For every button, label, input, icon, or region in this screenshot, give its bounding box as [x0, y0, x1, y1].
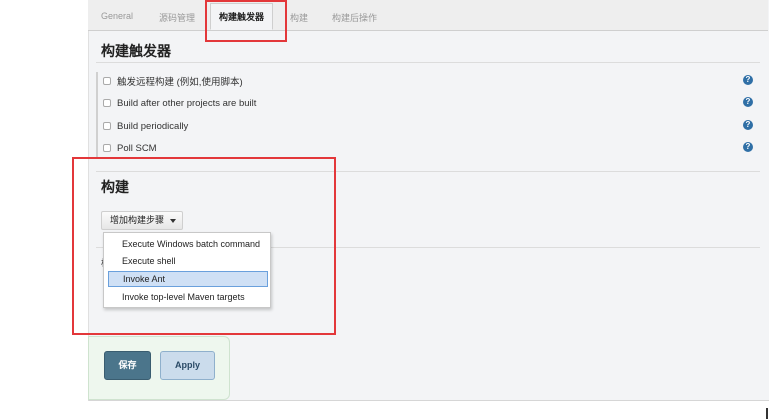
highlight-box-tab — [205, 0, 287, 42]
trigger-poll-scm-label: Poll SCM — [117, 142, 157, 154]
help-icon[interactable]: ? — [743, 75, 753, 85]
highlight-box-build — [72, 157, 336, 335]
trigger-periodically-checkbox[interactable] — [103, 122, 111, 130]
tab-post-build-actions[interactable]: 构建后操作 — [332, 11, 377, 24]
trigger-after-projects-checkbox[interactable] — [103, 99, 111, 107]
save-button[interactable]: 保存 — [104, 351, 151, 380]
trigger-options-bar — [96, 72, 98, 158]
tab-build[interactable]: 构建 — [290, 11, 308, 24]
help-icon[interactable]: ? — [743, 142, 753, 152]
apply-button[interactable]: Apply — [160, 351, 215, 380]
trigger-after-projects-option[interactable]: Build after other projects are built — [103, 96, 256, 110]
trigger-remote-option[interactable]: 触发远程构建 (例如,使用脚本) — [103, 74, 243, 88]
tab-source-management[interactable]: 源码管理 — [159, 11, 195, 24]
trigger-poll-scm-checkbox[interactable] — [103, 144, 111, 152]
trigger-remote-checkbox[interactable] — [103, 77, 111, 85]
section-divider — [96, 62, 760, 63]
trigger-remote-label: 触发远程构建 (例如,使用脚本) — [117, 77, 243, 88]
trigger-after-projects-label: Build after other projects are built — [117, 97, 257, 109]
trigger-periodically-option[interactable]: Build periodically — [103, 119, 188, 133]
help-icon[interactable]: ? — [743, 120, 753, 130]
build-triggers-title: 构建触发器 — [101, 43, 171, 59]
tab-general[interactable]: General — [101, 11, 133, 21]
cursor-mark — [766, 408, 768, 419]
help-icon[interactable]: ? — [743, 97, 753, 107]
trigger-poll-scm-option[interactable]: Poll SCM — [103, 141, 157, 155]
trigger-periodically-label: Build periodically — [117, 120, 189, 132]
